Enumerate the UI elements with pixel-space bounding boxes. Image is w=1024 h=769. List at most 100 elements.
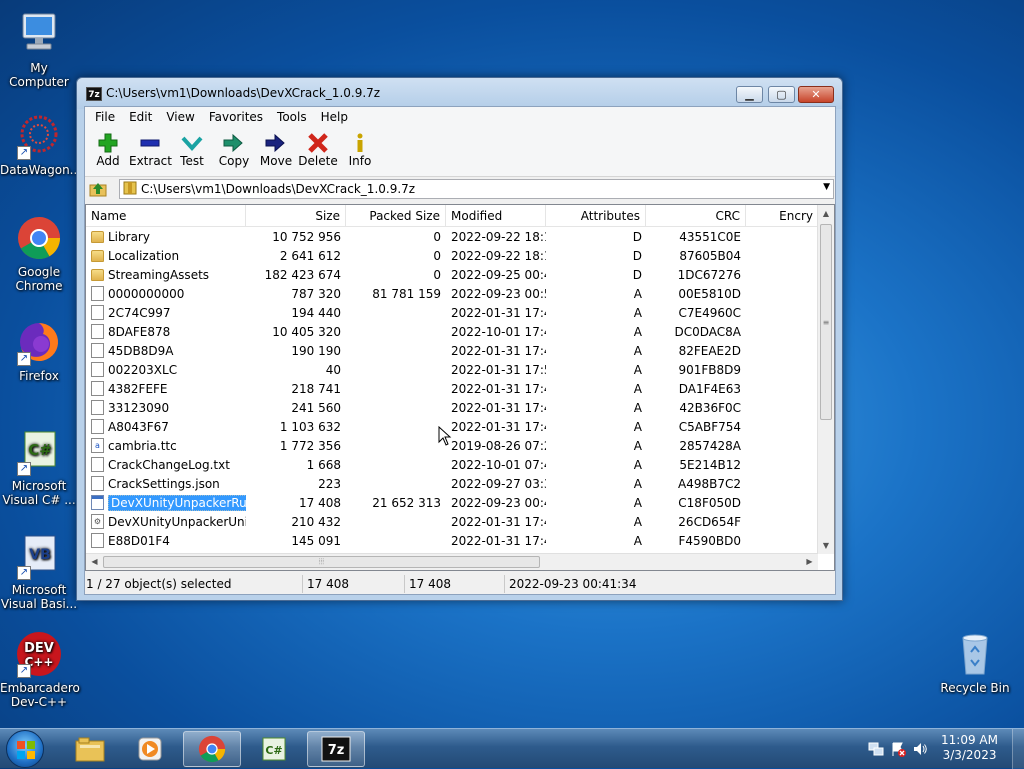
desktop-icon-firefox[interactable]: ↗ Firefox — [0, 318, 78, 383]
chrome-icon — [198, 735, 226, 763]
address-field[interactable]: C:\Users\vm1\Downloads\DevXCrack_1.0.9.7… — [119, 179, 834, 199]
table-row[interactable]: 33123090 241 560 2022-01-31 17:49 A 42B36F0C — [86, 398, 818, 417]
menu-file[interactable]: File — [88, 110, 122, 124]
test-button[interactable]: Test — [171, 127, 213, 176]
shortcut-arrow-icon: ↗ — [17, 352, 31, 366]
table-row[interactable]: StreamingAssets 182 423 674 0 2022-09-25 00… — [86, 265, 818, 284]
horizontal-scroll-thumb[interactable]: ⦙⦙⦙ — [103, 556, 540, 568]
column-header-crc[interactable]: CRC — [646, 205, 746, 227]
cell-attributes: D — [632, 267, 642, 282]
file-list: Name Size Packed Size Modified Attribute… — [85, 204, 835, 571]
table-row[interactable]: A8043F67 1 103 632 2022-01-31 17:49 A C5ABF7… — [86, 417, 818, 436]
dll-file-icon: ⚙ — [91, 514, 104, 529]
table-row[interactable]: DevXUnityUnpackerRun... 17 408 21 652 313 2… — [86, 493, 818, 512]
desktop-icon-label: Microsoft Visual Basi... — [0, 583, 78, 611]
taskbar-media-player[interactable] — [121, 731, 179, 767]
scroll-down-icon[interactable]: ▼ — [818, 537, 834, 554]
minimize-button[interactable]: ▁ — [736, 86, 763, 103]
computer-icon — [15, 10, 63, 58]
taskbar-chrome[interactable] — [183, 731, 241, 767]
maximize-button[interactable]: ▢ — [768, 86, 795, 103]
desktop-icon-visual-csharp[interactable]: C# ↗ Microsoft Visual C# ... — [0, 428, 78, 507]
scroll-left-icon[interactable]: ◀ — [86, 554, 103, 570]
cell-modified: 2022-09-22 18:13 — [451, 248, 546, 263]
menu-view[interactable]: View — [159, 110, 201, 124]
table-row[interactable]: 0000000000 787 320 81 781 159 2022-09-23 00… — [86, 284, 818, 303]
scroll-right-icon[interactable]: ▶ — [801, 554, 818, 570]
add-button[interactable]: Add — [87, 127, 129, 176]
taskbar-file-explorer[interactable] — [61, 731, 119, 767]
network-icon[interactable] — [868, 741, 884, 757]
table-row[interactable]: Library 10 752 956 0 2022-09-22 18:13 D 43551… — [86, 227, 818, 246]
column-header-size[interactable]: Size — [246, 205, 346, 227]
cell-modified: 2019-08-26 07:28 — [451, 438, 546, 453]
clock[interactable]: 11:09 AM 3/3/2023 — [941, 733, 998, 763]
column-header-packed-size[interactable]: Packed Size — [346, 205, 446, 227]
desktop-icon-datawagon[interactable]: ↗ DataWagon... — [0, 112, 81, 177]
horizontal-scrollbar[interactable]: ◀ ⦙⦙⦙ ▶ — [86, 553, 818, 570]
start-button[interactable] — [6, 730, 44, 768]
extract-button[interactable]: Extract — [129, 127, 172, 176]
windows-logo-icon — [17, 741, 35, 759]
taskbar-visual-csharp[interactable]: C# — [245, 731, 303, 767]
chevron-down-icon[interactable]: ▼ — [823, 182, 830, 192]
menu-favorites[interactable]: Favorites — [202, 110, 270, 124]
menu-edit[interactable]: Edit — [122, 110, 159, 124]
desktop-icon-visual-basic[interactable]: VB ↗ Microsoft Visual Basi... — [0, 532, 78, 611]
cell-size: 241 560 — [291, 400, 341, 415]
column-header-modified[interactable]: Modified — [446, 205, 546, 227]
cell-modified: 2022-09-23 00:54 — [451, 286, 546, 301]
vertical-scroll-thumb[interactable]: ≡ — [820, 224, 832, 420]
table-row[interactable]: 002203XLC 40 2022-01-31 17:57 A 901FB8D9 — [86, 360, 818, 379]
table-row[interactable]: 8DAFE878 10 405 320 2022-10-01 17:49 A DC0DA… — [86, 322, 818, 341]
table-row[interactable]: Localization 2 641 612 0 2022-09-22 18:13 D 8… — [86, 246, 818, 265]
table-row[interactable]: a cambria.ttc 1 772 356 2019-08-26 07:28 A 28… — [86, 436, 818, 455]
desktop-icon-google-chrome[interactable]: Google Chrome — [0, 214, 78, 293]
scroll-up-icon[interactable]: ▲ — [818, 205, 834, 222]
desktop-icon-recycle-bin[interactable]: Recycle Bin — [936, 630, 1014, 695]
column-header-name[interactable]: Name — [86, 205, 246, 227]
file-icon — [91, 324, 104, 339]
address-bar: C:\Users\vm1\Downloads\DevXCrack_1.0.9.7… — [85, 177, 835, 201]
taskbar-7zip[interactable]: 7z — [307, 731, 365, 767]
cell-attributes: A — [633, 533, 642, 548]
table-row[interactable]: ⚙ DevXUnityUnpackerUnit... 210 432 2022-01-… — [86, 512, 818, 531]
move-button[interactable]: Move — [255, 127, 297, 176]
add-label: Add — [96, 154, 120, 168]
desktop-icon-my-computer[interactable]: My Computer — [0, 10, 78, 89]
table-row[interactable]: 2C74C997 194 440 2022-01-31 17:49 A C7E4960C — [86, 303, 818, 322]
up-folder-button[interactable] — [87, 179, 109, 199]
desktop-icon-dev-cpp[interactable]: DEV C++ ↗ Embarcadero Dev-C++ — [0, 630, 80, 709]
cell-name: Library — [86, 230, 246, 244]
cell-crc: C5ABF754 — [678, 419, 741, 434]
font-file-icon: a — [91, 438, 104, 453]
menu-tools[interactable]: Tools — [270, 110, 314, 124]
cell-attributes: A — [633, 400, 642, 415]
table-row[interactable]: CrackSettings.json 223 2022-09-27 03:35 A A4… — [86, 474, 818, 493]
close-button[interactable]: ✕ — [798, 86, 834, 103]
copy-button[interactable]: Copy — [213, 127, 255, 176]
folder-icon — [91, 268, 104, 281]
info-button[interactable]: Info — [339, 127, 381, 176]
table-row[interactable]: 4382FEFE 218 741 2022-01-31 17:49 A DA1F4E63 — [86, 379, 818, 398]
info-label: Info — [348, 154, 372, 168]
table-row[interactable]: CrackChangeLog.txt 1 668 2022-10-01 07:46 A… — [86, 455, 818, 474]
table-row[interactable]: 45DB8D9A 190 190 2022-01-31 17:49 A 82FEAE2D — [86, 341, 818, 360]
dev-cpp-icon: DEV C++ ↗ — [15, 630, 63, 678]
menu-help[interactable]: Help — [314, 110, 355, 124]
column-header-attributes[interactable]: Attributes — [546, 205, 646, 227]
column-header-encrypted[interactable]: Encry — [746, 205, 818, 227]
cell-packed-size: 21 652 313 — [372, 495, 441, 510]
file-icon — [91, 457, 104, 472]
file-name: CrackChangeLog.txt — [108, 457, 230, 472]
delete-button[interactable]: Delete — [297, 127, 339, 176]
file-icon — [91, 305, 104, 320]
cell-modified: 2022-09-27 03:35 — [451, 476, 546, 491]
table-row[interactable]: E88D01F4 145 091 2022-01-31 17:49 A F4590BD0 — [86, 531, 818, 550]
action-center-flag-icon[interactable] — [890, 741, 906, 757]
cell-modified: 2022-10-01 07:46 — [451, 457, 546, 472]
show-desktop-button[interactable] — [1012, 729, 1024, 769]
volume-icon[interactable] — [912, 741, 928, 757]
vertical-scrollbar[interactable]: ▲ ≡ ▼ — [817, 205, 834, 554]
title-bar[interactable]: 7z C:\Users\vm1\Downloads\DevXCrack_1.0.… — [77, 78, 842, 109]
